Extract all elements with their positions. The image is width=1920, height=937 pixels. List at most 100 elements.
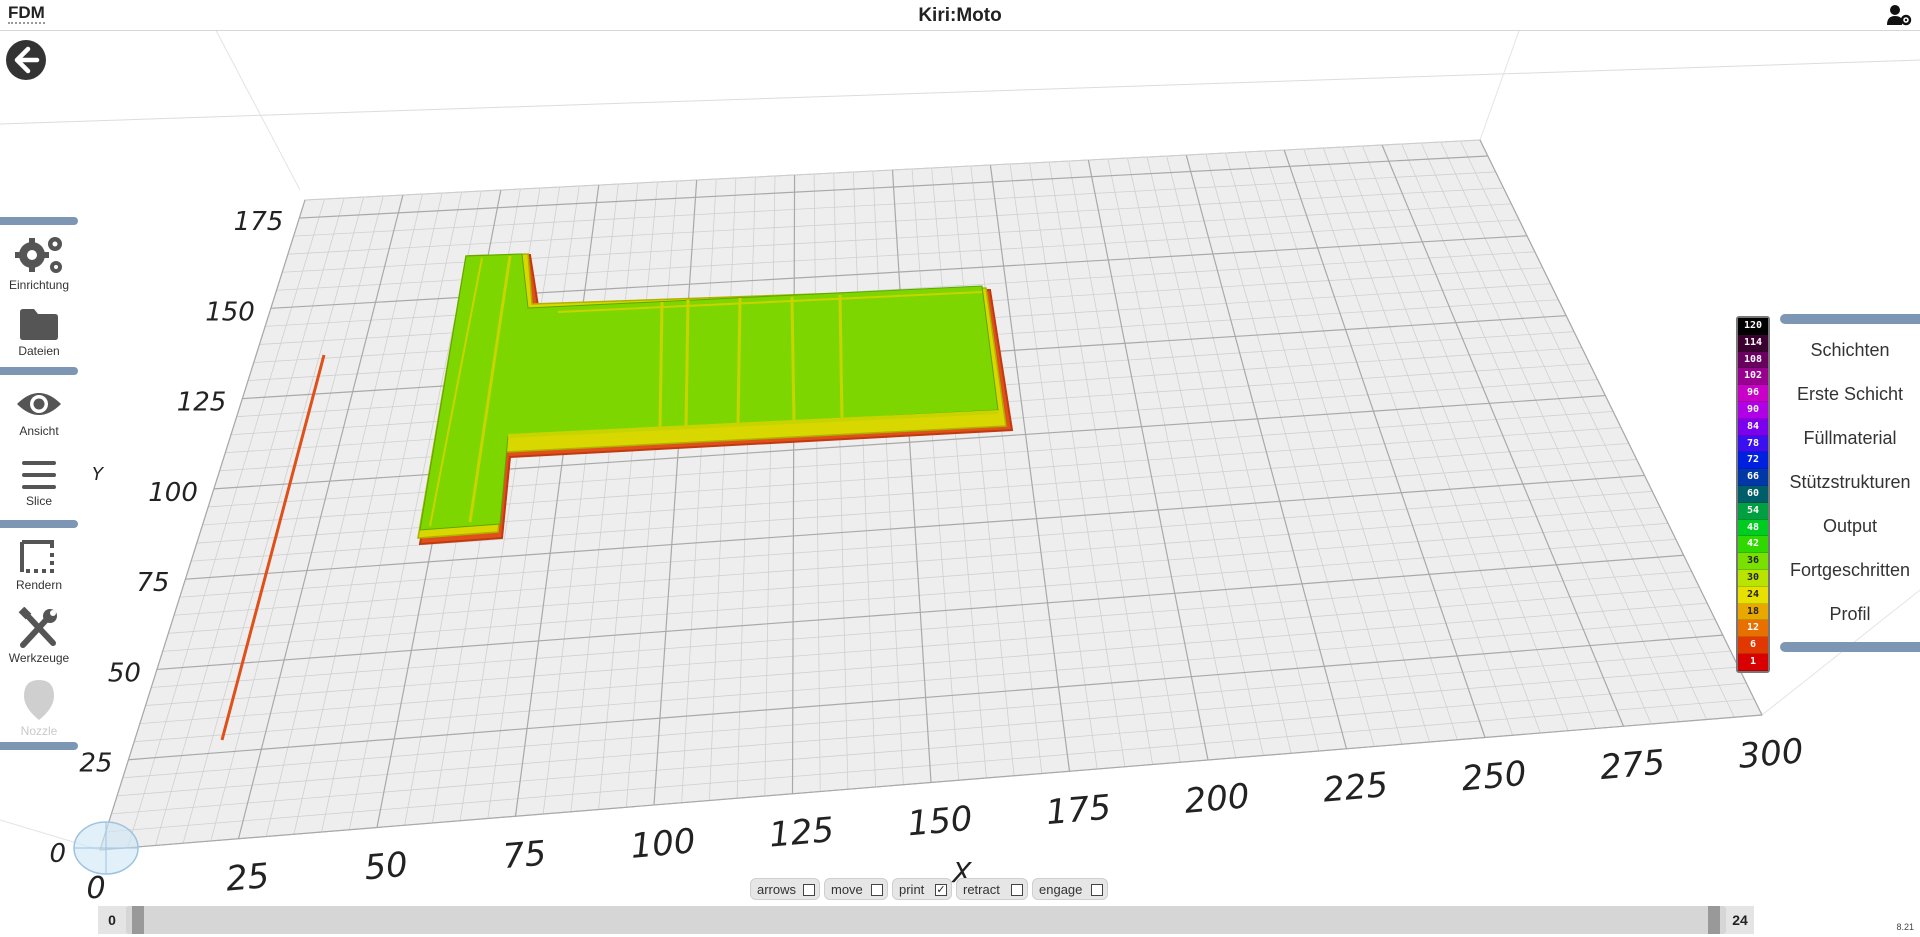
- sidebar-item-nozzle: Nozzle: [0, 678, 78, 738]
- legend-entry: 6: [1738, 637, 1768, 654]
- panel-divider: [1780, 642, 1920, 652]
- toggle-move-checkbox[interactable]: [871, 884, 883, 896]
- sidebar-item-einrichtung[interactable]: Einrichtung: [0, 232, 78, 292]
- sidebar-item-label: Nozzle: [20, 724, 58, 738]
- sidebar-item-label: Rendern: [15, 578, 63, 592]
- toggle-label: arrows: [757, 882, 797, 897]
- y-tick-label: 150: [205, 297, 255, 327]
- nozzle-icon: [24, 680, 54, 720]
- legend-entry: 78: [1738, 435, 1768, 453]
- toggle-label: print: [899, 882, 925, 897]
- legend-entry: 84: [1738, 418, 1768, 436]
- y-tick-label: 100: [148, 478, 198, 508]
- x-tick-label: 0: [86, 871, 105, 906]
- toggle-engage-checkbox[interactable]: [1091, 884, 1103, 896]
- x-tick-label: 150: [906, 799, 974, 845]
- sidebar-item-rendern[interactable]: Rendern: [0, 538, 78, 592]
- legend-entry: 72: [1738, 452, 1768, 470]
- layer-min-label: 0: [98, 906, 126, 934]
- toggle-retract-checkbox[interactable]: [1011, 884, 1023, 896]
- y-tick-label: 25: [79, 749, 112, 779]
- legend-entry: 54: [1738, 502, 1768, 520]
- toggle-label: retract: [963, 882, 1000, 897]
- toggle-label: move: [831, 882, 863, 897]
- sidebar-item-label: Dateien: [18, 344, 60, 358]
- y-tick-label: 125: [177, 388, 227, 418]
- x-tick-label: 100: [629, 821, 697, 867]
- layer-slider-track[interactable]: [126, 906, 1726, 934]
- layer-color-legend: 120 114 108 102 96 90 84 78 72 66 60 54 48 42 36 30 24 18…: [1736, 316, 1770, 673]
- panel-item-erste-schicht[interactable]: Erste Schicht: [1780, 384, 1920, 405]
- sidebar-divider: [0, 367, 78, 375]
- sidebar-item-label: Ansicht: [19, 424, 59, 438]
- build-plate-viewport[interactable]: 25 50 75 100 125 150 175 200 225 250 275 3000 02550…: [0, 0, 1920, 937]
- sidebar-item-label: Werkzeuge: [8, 651, 70, 665]
- legend-entry: 96: [1738, 385, 1768, 402]
- panel-divider: [1780, 314, 1920, 324]
- sidebar-item-label: Einrichtung: [8, 278, 70, 292]
- legend-entry: 90: [1738, 401, 1768, 419]
- sidebar-divider: [0, 520, 78, 528]
- sidebar-divider: [0, 217, 78, 225]
- x-tick-label: 250: [1460, 754, 1528, 800]
- panel-item-fuellmaterial[interactable]: Füllmaterial: [1780, 428, 1920, 449]
- x-tick-label: 125: [767, 810, 835, 856]
- legend-entry: 12: [1738, 620, 1768, 638]
- toggle-engage[interactable]: engage: [1032, 878, 1108, 900]
- toggle-move[interactable]: move: [824, 878, 888, 900]
- panel-item-stuetzstrukturen[interactable]: Stützstrukturen: [1780, 472, 1920, 493]
- x-tick-label: 200: [1183, 776, 1251, 822]
- sidebar-item-dateien[interactable]: Dateien: [0, 306, 78, 358]
- gears-icon: [15, 237, 62, 273]
- panel-item-output[interactable]: Output: [1780, 516, 1920, 537]
- legend-entry: 18: [1738, 603, 1768, 621]
- x-tick-label: 50: [363, 845, 410, 889]
- version-label: 8.21: [1896, 922, 1914, 932]
- panel-item-profil[interactable]: Profil: [1780, 604, 1920, 625]
- toggle-arrows-checkbox[interactable]: [803, 884, 815, 896]
- toggle-label: engage: [1039, 882, 1083, 897]
- legend-entry: 30: [1738, 569, 1768, 587]
- toggle-retract[interactable]: retract: [956, 878, 1028, 900]
- x-tick-label: 175: [1044, 788, 1112, 834]
- eye-icon: [17, 393, 61, 415]
- legend-entry: 48: [1738, 519, 1768, 537]
- x-tick-label: 275: [1598, 743, 1666, 789]
- layer-slider-max-handle[interactable]: [1708, 906, 1720, 934]
- back-button[interactable]: [6, 40, 46, 80]
- sidebar-item-werkzeuge[interactable]: Werkzeuge: [0, 607, 78, 665]
- legend-entry: 36: [1738, 553, 1768, 570]
- legend-entry: 66: [1738, 469, 1768, 486]
- panel-item-fortgeschritten[interactable]: Fortgeschritten: [1780, 560, 1920, 581]
- x-tick-label: 225: [1321, 765, 1389, 811]
- y-axis-label: Y: [92, 464, 105, 485]
- sidebar-divider: [0, 742, 78, 750]
- toggle-arrows[interactable]: arrows: [750, 878, 820, 900]
- legend-entry: 108: [1738, 351, 1768, 369]
- x-tick-label: 300: [1737, 731, 1805, 777]
- tools-icon: [18, 607, 57, 648]
- user-settings-icon[interactable]: [1886, 3, 1912, 27]
- x-tick-label: 75: [501, 833, 548, 877]
- sidebar-item-ansicht[interactable]: Ansicht: [0, 386, 78, 438]
- toggle-print-checkbox[interactable]: ✓: [935, 884, 947, 896]
- y-tick-label: 50: [108, 658, 141, 688]
- sidebar-item-slice[interactable]: Slice: [0, 458, 78, 508]
- panel-item-schichten[interactable]: Schichten: [1780, 340, 1920, 361]
- layer-max-label: 24: [1726, 906, 1754, 934]
- arrow-left-icon: [14, 46, 40, 74]
- sidebar-item-label: Slice: [25, 494, 52, 508]
- menu-icon: [22, 461, 56, 489]
- legend-entry: 120: [1738, 318, 1768, 335]
- legend-entry: 1: [1738, 653, 1768, 671]
- y-tick-label: 0: [49, 839, 66, 869]
- legend-entry: 102: [1738, 368, 1768, 386]
- legend-entry: 114: [1738, 334, 1768, 352]
- y-tick-label: 175: [234, 207, 284, 237]
- layer-slider-min-handle[interactable]: [132, 906, 144, 934]
- x-tick-label: 25: [224, 856, 271, 900]
- layer-slider[interactable]: 0 24: [98, 905, 1754, 935]
- legend-entry: 60: [1738, 485, 1768, 503]
- toggle-print[interactable]: print ✓: [892, 878, 952, 900]
- app-title: Kiri:Moto: [918, 5, 1002, 26]
